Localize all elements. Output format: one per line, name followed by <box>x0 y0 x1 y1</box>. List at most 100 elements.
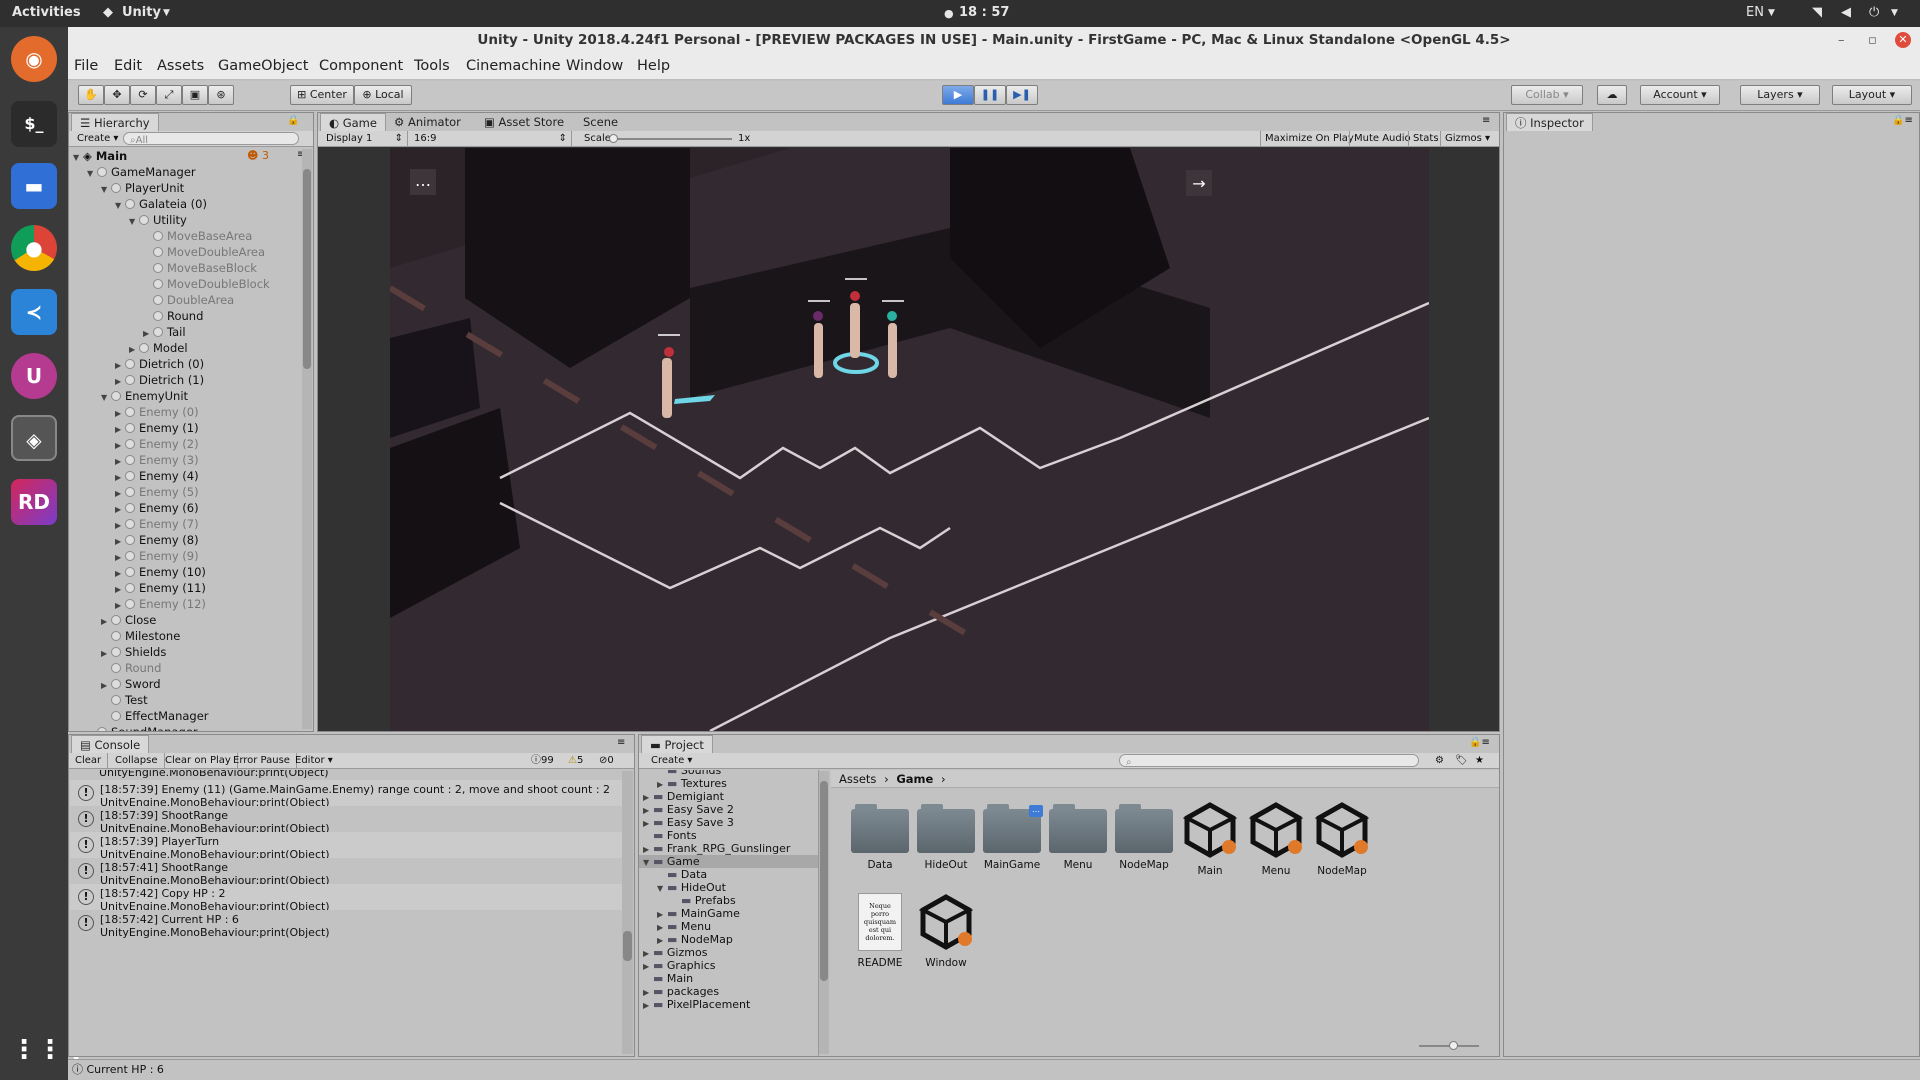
hierarchy-item[interactable]: ▶ Tail <box>143 324 186 340</box>
move-tool-icon[interactable]: ✥ <box>104 85 130 105</box>
hierarchy-item[interactable]: ▶ Dietrich (0) <box>115 356 204 372</box>
hierarchy-item[interactable]: DoubleArea <box>143 292 234 308</box>
step-button[interactable]: ▶❚ <box>1006 85 1038 105</box>
scale-tool-icon[interactable]: ⤢ <box>156 85 182 105</box>
menu-cinemachine[interactable]: Cinemachine <box>466 58 561 74</box>
terminal-icon[interactable]: $_ <box>11 101 57 147</box>
project-folder-item[interactable]: ▶ ▬ packages <box>639 985 818 998</box>
project-folder-item[interactable]: ▼ ▬ Game <box>639 855 818 868</box>
project-folder-item[interactable]: ▶ ▬ Menu <box>639 920 818 933</box>
rotate-tool-icon[interactable]: ⟳ <box>130 85 156 105</box>
console-editor-dropdown[interactable]: Editor ▾ <box>295 753 333 768</box>
hierarchy-item[interactable]: EffectManager <box>101 708 209 724</box>
show-applications-icon[interactable]: ⋮⋮⋮ <box>11 1027 89 1073</box>
hierarchy-item[interactable]: ▼ EnemyUnit <box>101 388 188 404</box>
project-tree-scrollbar[interactable] <box>819 771 829 1054</box>
chrome-icon[interactable]: ● <box>11 225 57 271</box>
expand-arrow-icon[interactable]: ▶ <box>87 726 97 731</box>
asset-item[interactable]: MainGame… <box>977 801 1047 871</box>
console-clear-button[interactable]: Clear <box>75 753 109 768</box>
expand-arrow-icon[interactable]: ▶ <box>643 999 653 1012</box>
hierarchy-item[interactable]: ▶ Model <box>129 340 188 356</box>
error-count-toggle[interactable]: ⊘0 <box>599 753 614 768</box>
ulauncher-icon[interactable]: U <box>11 353 57 399</box>
warn-count-toggle[interactable]: ⚠5 <box>568 753 583 768</box>
hierarchy-item[interactable]: ▶ Enemy (8) <box>115 532 199 548</box>
hierarchy-item[interactable]: ▶ Enemy (6) <box>115 500 199 516</box>
tab-hierarchy[interactable]: ☰ Hierarchy <box>71 113 159 131</box>
menu-window[interactable]: Window <box>566 58 623 74</box>
menu-assets[interactable]: Assets <box>157 58 204 74</box>
favorite-star-icon[interactable]: ★ <box>1475 753 1484 768</box>
filter-type-icon[interactable]: ⚙ <box>1435 753 1444 768</box>
console-entry[interactable]: ! [18:57:41] ShootRange UnityEngine.MonoBe… <box>70 858 622 887</box>
console-entry[interactable]: ! [18:57:39] PlayerTurn UnityEngine.MonoBe… <box>70 832 622 861</box>
hierarchy-item[interactable]: Milestone <box>101 628 180 644</box>
tab-game[interactable]: ◐ Game <box>320 113 386 131</box>
project-folder-item[interactable]: ▶ ▬ Graphics <box>639 959 818 972</box>
hierarchy-item[interactable]: Test <box>101 692 148 708</box>
firefox-icon[interactable]: ◉ <box>11 36 57 82</box>
expand-arrow-icon[interactable]: ▼ <box>115 198 125 214</box>
menu-help[interactable]: Help <box>637 58 670 74</box>
pivot-center-button[interactable]: ⊞ Center <box>290 85 354 105</box>
expand-arrow-icon[interactable]: ▼ <box>129 214 139 230</box>
transform-tool-icon[interactable]: ⊛ <box>208 85 234 105</box>
asset-item[interactable]: Neque porro quisquam est qui dolorem. REA… <box>845 893 915 969</box>
asset-item[interactable]: Data <box>845 801 915 871</box>
tab-console[interactable]: ▤ Console <box>71 735 150 753</box>
project-search-input[interactable]: ⌕ <box>1119 754 1419 768</box>
project-folder-item[interactable]: ▶ ▬ Textures <box>639 777 818 790</box>
hierarchy-item[interactable]: ▶ Enemy (4) <box>115 468 199 484</box>
hierarchy-item[interactable]: ▶ Enemy (0) <box>115 404 199 420</box>
game-viewport[interactable]: … → <box>390 148 1429 731</box>
project-folder-item[interactable]: ▬ Fonts <box>639 829 818 842</box>
tab-asset-store[interactable]: ▣ Asset Store <box>476 113 572 131</box>
info-count-toggle[interactable]: ⓘ99 <box>531 753 554 768</box>
asset-item[interactable]: Menu <box>1043 801 1113 871</box>
display-dropdown[interactable]: Display 1 ⇕ <box>326 131 408 146</box>
hierarchy-item[interactable]: MoveDoubleArea <box>143 244 265 260</box>
hierarchy-item[interactable]: ▼ GameManager <box>87 164 196 180</box>
breadcrumb-game[interactable]: Game <box>896 772 933 786</box>
maximize-on-play-toggle[interactable]: Maximize On Play <box>1260 131 1358 146</box>
expand-arrow-icon[interactable]: ▼ <box>87 166 97 182</box>
cloud-icon[interactable]: ☁ <box>1597 85 1627 105</box>
project-lock-icon[interactable]: 🔒≡ <box>1469 737 1490 748</box>
hierarchy-item[interactable]: ▶ Enemy (5) <box>115 484 199 500</box>
asset-item[interactable]: Window <box>911 893 981 969</box>
console-entry[interactable]: ! [18:57:39] ShootRange UnityEngine.MonoBe… <box>70 806 622 835</box>
console-clear-on-play-button[interactable]: Clear on Play <box>165 753 238 768</box>
pivot-local-button[interactable]: ⊕ Local <box>354 85 412 105</box>
hierarchy-item[interactable]: ▶ Sword <box>101 676 161 692</box>
project-folder-item[interactable]: ▼ ▬ HideOut <box>639 881 818 894</box>
tab-inspector[interactable]: ⓘ Inspector <box>1506 113 1593 131</box>
hierarchy-item[interactable]: MoveBaseBlock <box>143 260 257 276</box>
hierarchy-item[interactable]: MoveDoubleBlock <box>143 276 270 292</box>
hierarchy-item[interactable]: ▶ Enemy (11) <box>115 580 206 596</box>
expand-arrow-icon[interactable]: ▼ <box>101 182 111 198</box>
gizmos-dropdown[interactable]: Gizmos ▾ <box>1440 131 1494 146</box>
project-folder-item[interactable]: ▶ ▬ Gizmos <box>639 946 818 959</box>
hierarchy-item[interactable]: ▶ Shields <box>101 644 166 660</box>
project-folder-item[interactable]: ▶ ▬ Demigiant <box>639 790 818 803</box>
hierarchy-item[interactable]: ▶ SoundManager <box>87 724 198 731</box>
project-folder-item[interactable]: ▬ Prefabs <box>639 894 818 907</box>
console-scrollbar[interactable] <box>622 771 633 1054</box>
aspect-dropdown[interactable]: 16:9 ⇕ <box>414 131 572 146</box>
icon-size-slider[interactable] <box>1419 1041 1479 1050</box>
hierarchy-scroll-thumb[interactable] <box>303 169 311 369</box>
hierarchy-create-button[interactable]: Create ▾ <box>77 131 118 146</box>
expand-arrow-icon[interactable]: ▼ <box>101 390 111 406</box>
project-folder-item[interactable]: ▬ Main <box>639 972 818 985</box>
layout-dropdown[interactable]: Layout ▾ <box>1832 85 1912 105</box>
project-folder-item[interactable]: ▶ ▬ PixelPlacement <box>639 998 818 1012</box>
asset-item[interactable]: NodeMap <box>1307 801 1377 877</box>
hierarchy-item[interactable]: ▶ Enemy (3) <box>115 452 199 468</box>
hierarchy-item[interactable]: ▶ Enemy (9) <box>115 548 199 564</box>
rect-tool-icon[interactable]: ▣ <box>182 85 208 105</box>
hierarchy-item[interactable]: ▼ Utility <box>129 212 187 228</box>
asset-item[interactable]: Menu <box>1241 801 1311 877</box>
inspector-lock-icon[interactable]: 🔒≡ <box>1892 115 1913 126</box>
asset-item[interactable]: NodeMap <box>1109 801 1179 871</box>
